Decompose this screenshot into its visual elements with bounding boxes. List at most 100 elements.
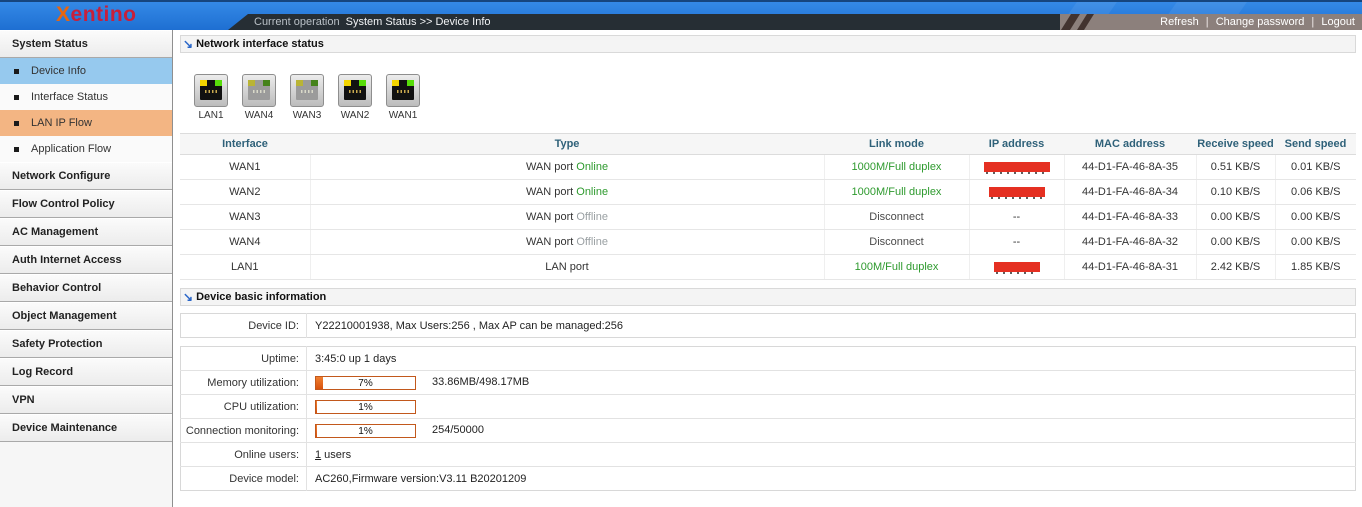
section-header-device-basic-information: ↘ Device basic information [180, 288, 1356, 306]
header-links: Refresh | Change password | Logout [1060, 14, 1362, 30]
port-led-icon [296, 80, 303, 86]
top-header: Xentino Current operation System Status … [0, 0, 1362, 30]
mac-address-cell: 44-D1-FA-46-8A-34 [1064, 180, 1196, 205]
info-value: 1%254/50000 [307, 419, 1356, 443]
brand-logo: Xentino [56, 3, 137, 27]
refresh-link[interactable]: Refresh [1160, 16, 1199, 28]
sidebar-item-lan-ip-flow[interactable]: LAN IP Flow [0, 110, 172, 136]
sidebar-section-behavior-control[interactable]: Behavior Control [0, 274, 172, 302]
sidebar-section-log-record[interactable]: Log Record [0, 358, 172, 386]
info-label: Device model: [181, 467, 307, 491]
port-lan1: LAN1 [194, 74, 228, 121]
info-label: Memory utilization: [181, 371, 307, 395]
receive-speed-cell: 0.00 KB/S [1196, 205, 1275, 230]
link-mode-cell: 1000M/Full duplex [824, 155, 969, 180]
port-status-text: Offline [573, 236, 608, 248]
sidebar-section-safety-protection[interactable]: Safety Protection [0, 330, 172, 358]
port-status-text: Offline [573, 211, 608, 223]
sidebar-item-label: Device Info [31, 65, 86, 77]
port-status-text: Online [573, 186, 608, 198]
section-title: Network interface status [196, 38, 324, 50]
rj45-jack-icon [296, 80, 318, 100]
ip-redaction-mark [994, 262, 1040, 272]
port-led-icon [248, 80, 255, 86]
column-header-mac-address: MAC address [1064, 134, 1196, 155]
rj45-jack-icon [200, 80, 222, 100]
port-led-icon [392, 80, 399, 86]
mac-address-cell: 44-D1-FA-46-8A-32 [1064, 230, 1196, 255]
port-wan2: WAN2 [338, 74, 372, 121]
info-row-uptime: Uptime:3:45:0 up 1 days [181, 347, 1356, 371]
ip-redaction-mark [984, 162, 1050, 172]
sidebar-item-interface-status[interactable]: Interface Status [0, 84, 172, 110]
type-cell: WAN port Offline [310, 205, 824, 230]
port-type-text: WAN port [526, 161, 573, 173]
table-row-wan2: WAN2WAN port Online1000M/Full duplex44-D… [180, 180, 1356, 205]
port-led-icon [407, 80, 414, 86]
port-wan1: WAN1 [386, 74, 420, 121]
sidebar-section-flow-control-policy[interactable]: Flow Control Policy [0, 190, 172, 218]
info-label: Connection monitoring: [181, 419, 307, 443]
link-mode-text: 100M/Full duplex [855, 261, 939, 273]
receive-speed-cell: 0.51 KB/S [1196, 155, 1275, 180]
sidebar-section-device-maintenance[interactable]: Device Maintenance [0, 414, 172, 442]
link-mode-cell: 1000M/Full duplex [824, 180, 969, 205]
port-label: WAN4 [242, 110, 276, 121]
ethernet-port-icon [386, 74, 420, 107]
main-content: ↘ Network interface status LAN1 WAN4 WAN3 W… [173, 30, 1362, 507]
sidebar-section-vpn[interactable]: VPN [0, 386, 172, 414]
port-label: WAN1 [386, 110, 420, 121]
type-cell: LAN port [310, 255, 824, 280]
send-speed-cell: 0.00 KB/S [1275, 230, 1356, 255]
port-led-icon [263, 80, 270, 86]
column-header-type: Type [310, 134, 824, 155]
change-password-link[interactable]: Change password [1216, 16, 1305, 28]
bullet-icon [14, 121, 19, 126]
rj45-jack-icon [248, 80, 270, 100]
info-row-device-model: Device model:AC260,Firmware version:V3.1… [181, 467, 1356, 491]
port-wan4: WAN4 [242, 74, 276, 121]
port-type-text: LAN port [545, 261, 588, 273]
sidebar-section-network-configure[interactable]: Network Configure [0, 162, 172, 190]
logout-link[interactable]: Logout [1321, 16, 1355, 28]
sidebar-item-application-flow[interactable]: Application Flow [0, 136, 172, 162]
bullet-icon [14, 147, 19, 152]
cpu-utilization-progress-bar: 1% [315, 400, 416, 414]
sidebar-item-label: Interface Status [31, 91, 108, 103]
type-cell: WAN port Online [310, 155, 824, 180]
info-row-device-id: Device ID: Y22210001938, Max Users:256 ,… [181, 314, 1356, 338]
sidebar-item-device-info[interactable]: Device Info [0, 58, 172, 84]
breadcrumb-prefix: Current operation [254, 16, 340, 28]
mac-address-cell: 44-D1-FA-46-8A-31 [1064, 255, 1196, 280]
section-arrow-icon: ↘ [183, 38, 193, 50]
progress-label: 1% [316, 426, 415, 437]
port-wan3: WAN3 [290, 74, 324, 121]
link-mode-cell: 100M/Full duplex [824, 255, 969, 280]
breadcrumb-path: System Status >> Device Info [346, 16, 491, 28]
info-row-connection-monitoring: Connection monitoring:1%254/50000 [181, 419, 1356, 443]
interface-table: InterfaceTypeLink modeIP addressMAC addr… [180, 133, 1356, 280]
link-mode-text: Disconnect [869, 236, 923, 248]
sidebar-section-system-status[interactable]: System Status [0, 30, 172, 58]
table-header-row: InterfaceTypeLink modeIP addressMAC addr… [180, 134, 1356, 155]
port-pins-icon [205, 90, 217, 93]
port-led-icon [311, 80, 318, 86]
device-stats-table: Uptime:3:45:0 up 1 daysMemory utilizatio… [180, 346, 1356, 491]
section-title: Device basic information [196, 291, 326, 303]
table-row-wan3: WAN3WAN port OfflineDisconnect--44-D1-FA… [180, 205, 1356, 230]
table-row-wan4: WAN4WAN port OfflineDisconnect--44-D1-FA… [180, 230, 1356, 255]
interface-cell: WAN4 [180, 230, 310, 255]
device-id-table: Device ID: Y22210001938, Max Users:256 ,… [180, 313, 1356, 338]
info-label: Uptime: [181, 347, 307, 371]
sidebar-section-object-management[interactable]: Object Management [0, 302, 172, 330]
column-header-interface: Interface [180, 134, 310, 155]
send-speed-cell: 1.85 KB/S [1275, 255, 1356, 280]
send-speed-cell: 0.06 KB/S [1275, 180, 1356, 205]
sidebar-section-auth-internet-access[interactable]: Auth Internet Access [0, 246, 172, 274]
sidebar-nav: System Status Device Info Interface Status… [0, 30, 173, 507]
mac-address-cell: 44-D1-FA-46-8A-35 [1064, 155, 1196, 180]
link-mode-text: Disconnect [869, 211, 923, 223]
sidebar-section-ac-management[interactable]: AC Management [0, 218, 172, 246]
port-pins-icon [397, 90, 409, 93]
ip-redaction-mark [989, 187, 1045, 197]
